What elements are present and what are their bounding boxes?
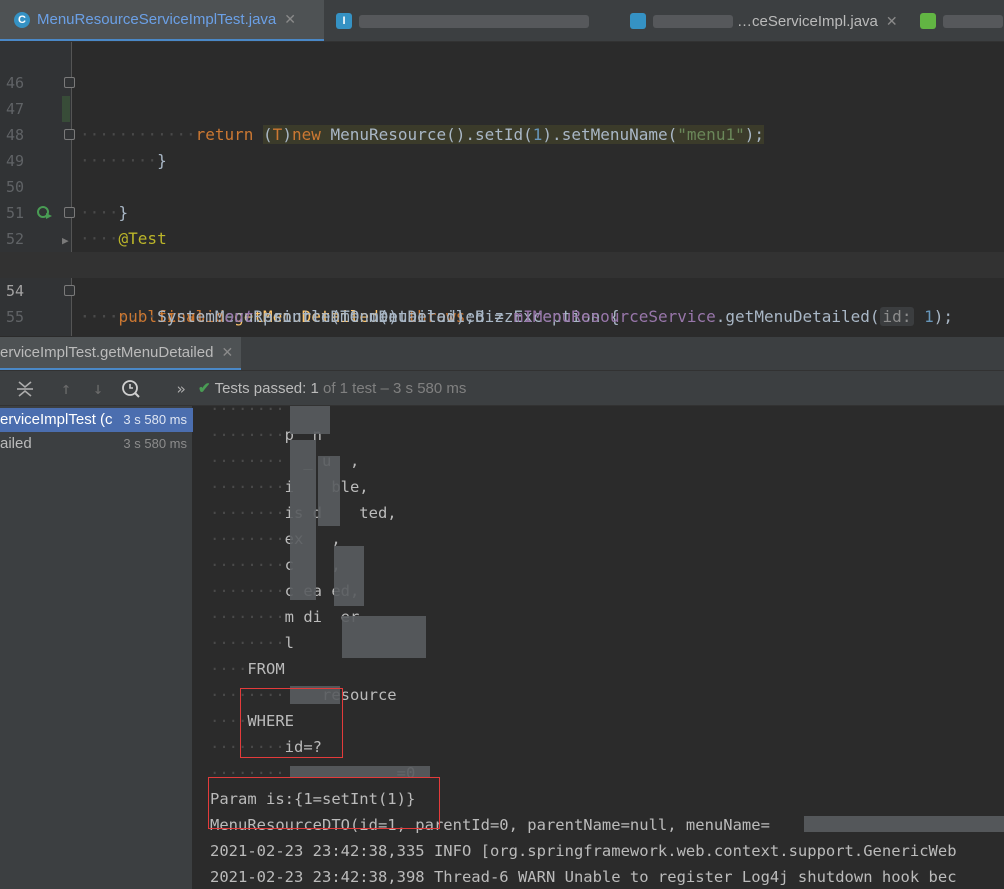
blurred-tab-prefix <box>653 14 733 28</box>
test-tree-label: erviceImplTest (c <box>0 411 113 428</box>
passed-count: 1 <box>310 380 319 397</box>
close-icon[interactable]: ✕ <box>221 344 233 361</box>
close-icon[interactable]: ✕ <box>886 13 898 30</box>
test-runner-toolbar: ↑ ↓ » ✔ Tests passed: 1 of 1 test – 3 s 5… <box>0 370 1004 406</box>
file-icon <box>920 13 936 29</box>
collapse-all-icon[interactable] <box>14 378 36 400</box>
console-line: 2021-02-23 23:42:38,398 Thread-6 WARN Un… <box>210 868 957 886</box>
status-detail: of 1 test – 3 s 580 ms <box>322 380 467 397</box>
console-line: ········ <box>210 406 285 418</box>
redaction <box>290 406 330 434</box>
console-output[interactable]: ········ ········p n ········ _ u , ····… <box>194 406 1004 889</box>
close-icon[interactable]: ✕ <box>284 11 296 28</box>
tab-menuresourceserviceimpltest[interactable]: C MenuResourceServiceImplTest.java ✕ <box>0 0 324 41</box>
console-line: 2021-02-23 23:42:38,335 INFO [org.spring… <box>210 842 957 860</box>
next-failed-test-icon[interactable]: ↓ <box>87 378 109 400</box>
editor-tab-bar: C MenuResourceServiceImplTest.java ✕ I …… <box>0 0 1004 42</box>
java-class-icon <box>630 13 646 29</box>
fold-marker-icon[interactable] <box>64 77 75 88</box>
test-tree-duration: 3 s 580 ms <box>119 408 187 432</box>
expand-arrow-icon[interactable]: ▶ <box>62 228 69 254</box>
previous-failed-test-icon[interactable]: ↑ <box>55 378 77 400</box>
console-line: ····FROM <box>210 660 285 678</box>
code-line: 46 ············return (T)new MenuResourc… <box>0 44 1004 144</box>
tab-label: MenuResourceServiceImplTest.java <box>37 11 277 28</box>
run-tool-window-tabs: erviceImplTest.getMenuDetailed ✕ <box>0 336 1004 371</box>
tab-blurred-2[interactable] <box>916 0 1004 41</box>
code-editor[interactable]: 46 ············return (T)new MenuResourc… <box>0 42 1004 336</box>
code-line: 53 ▶ ········final MenuResourceDTO menuD… <box>0 226 1004 326</box>
java-interface-icon: I <box>336 13 352 29</box>
test-tree-label: ailed <box>0 435 32 452</box>
console-line: ········m di er <box>210 608 360 626</box>
test-status: ✔ Tests passed: 1 of 1 test – 3 s 580 ms <box>198 379 466 397</box>
code-line: 48 <box>0 96 1004 144</box>
console-line: ········c , <box>210 556 341 574</box>
code-line: 55 ····} <box>0 278 1004 326</box>
code-line-current: 54 ········System.out.println(menuDetail… <box>0 252 1004 326</box>
redaction <box>804 816 1004 832</box>
tab-serviceimpl[interactable]: …ceServiceImpl.java ✕ <box>628 0 910 41</box>
code-line: 50 <box>0 148 1004 196</box>
status-label: Tests passed: <box>214 380 307 397</box>
fold-marker-icon[interactable] <box>64 129 75 140</box>
redaction <box>334 546 364 606</box>
code-line: 49 ····} <box>0 122 1004 222</box>
run-test-icon[interactable] <box>36 204 52 220</box>
redaction <box>290 440 316 600</box>
code-line: 52 ····public void getMenuDetailed() thr… <box>0 200 1004 326</box>
code-line: 56 <box>0 304 1004 336</box>
redaction <box>342 616 426 658</box>
blurred-tab-label <box>359 14 589 28</box>
test-tree-duration: 3 s 580 ms <box>123 436 187 451</box>
test-tree-item-method[interactable]: ailed 3 s 580 ms <box>0 432 193 456</box>
run-tab-label: erviceImplTest.getMenuDetailed <box>0 344 214 361</box>
blurred-tab-label <box>943 14 1003 28</box>
console-line: ········l <box>210 634 322 652</box>
console-line: ········ex , <box>210 530 341 548</box>
run-tab[interactable]: erviceImplTest.getMenuDetailed ✕ <box>0 337 242 371</box>
fold-marker-icon[interactable] <box>64 285 75 296</box>
annotation-box-param <box>208 777 440 829</box>
test-tree-item-class[interactable]: erviceImplTest (c 3 s 580 ms <box>0 408 193 432</box>
code-line: 51 ····@Test <box>0 174 1004 248</box>
annotation-box-where <box>240 688 343 758</box>
test-history-clock-icon[interactable] <box>120 378 142 400</box>
test-results-tree: erviceImplTest (c 3 s 580 ms ailed 3 s 5… <box>0 406 193 889</box>
tab-label: …ceServiceImpl.java <box>737 12 878 30</box>
check-icon: ✔ <box>198 380 211 397</box>
code-line: 47 ········} <box>0 70 1004 170</box>
redaction <box>318 456 340 526</box>
more-actions-icon[interactable]: » <box>170 378 192 400</box>
tab-blurred-1[interactable]: I <box>330 0 620 41</box>
java-class-icon: C <box>14 11 30 28</box>
fold-marker-icon[interactable] <box>64 207 75 218</box>
